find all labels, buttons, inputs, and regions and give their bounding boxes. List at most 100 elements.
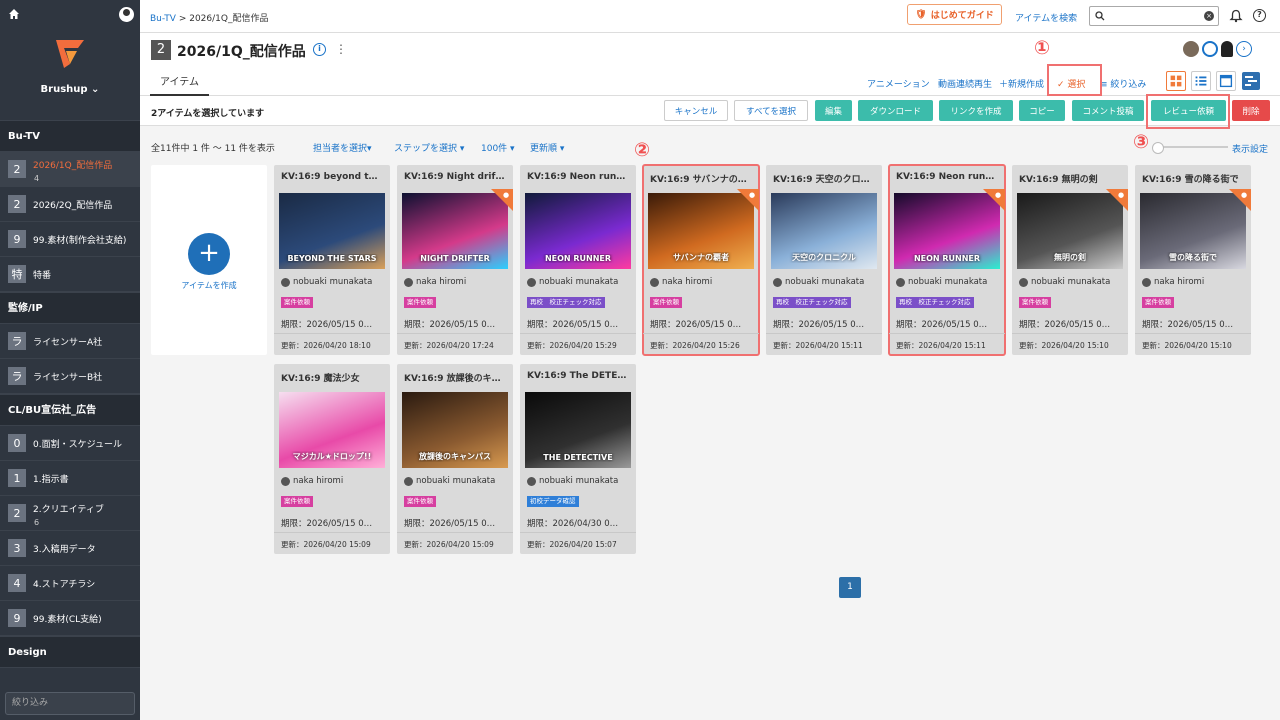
grid-view-icon[interactable]	[1166, 71, 1186, 91]
item-card[interactable]: KV:16:9 Neon runner NEON RUNNER ● nobuaki m…	[888, 164, 1006, 356]
plus-icon[interactable]: +	[188, 233, 230, 275]
sidebar-item[interactable]: 9 99.素材(制作会社支給)	[0, 222, 140, 257]
info-icon[interactable]: i	[313, 43, 326, 56]
filter-link[interactable]: ≡ 絞り込み	[1100, 77, 1146, 90]
item-title[interactable]: KV:16:9 Neon runner	[896, 172, 998, 182]
display-settings-link[interactable]: 表示設定	[1232, 142, 1268, 155]
sidebar-item[interactable]: 3 3.入稿用データ	[0, 531, 140, 566]
search-input[interactable]: ×	[1089, 6, 1219, 26]
step-filter-dropdown[interactable]: ステップを選択 ▾	[394, 141, 464, 154]
more-options-icon[interactable]: ⋮	[335, 42, 347, 56]
page-1-button[interactable]: 1	[839, 577, 861, 598]
sidebar-item[interactable]: 0 0.面割・スケジュール	[0, 426, 140, 461]
review-request-button[interactable]: レビュー依頼	[1151, 100, 1226, 121]
item-card[interactable]: KV:16:9 Neon runner NEON RUNNER nobuaki mu…	[520, 165, 636, 355]
list-view-icon[interactable]	[1191, 71, 1211, 91]
breadcrumb-root[interactable]: Bu-TV	[150, 14, 176, 24]
thumbnail-caption: NIGHT DRIFTER	[420, 254, 490, 263]
item-card[interactable]: KV:16:9 サバンナの覇者 サバンナの覇者 ● naka hiromi 案件依頼 期限…	[642, 164, 760, 356]
select-toggle[interactable]: ✓ 選択	[1057, 77, 1085, 90]
copy-button[interactable]: コピー	[1019, 100, 1065, 121]
sidebar-item[interactable]: 2 2026/1Q_配信作品 4	[0, 152, 140, 187]
card-divider	[397, 333, 513, 334]
create-link-button[interactable]: リンクを作成	[939, 100, 1013, 121]
item-assignee: nobuaki munakata	[527, 476, 618, 486]
gantt-view-icon[interactable]	[1241, 71, 1261, 91]
download-button[interactable]: ダウンロード	[858, 100, 933, 121]
member-avatar[interactable]	[1183, 41, 1199, 57]
per-page-dropdown[interactable]: 100件 ▾	[481, 141, 515, 154]
item-title[interactable]: KV:16:9 Night drifter	[404, 172, 506, 182]
assignee-filter-dropdown[interactable]: 担当者を選択▾	[313, 141, 372, 154]
card-divider	[274, 333, 390, 334]
item-title[interactable]: KV:16:9 Neon runner	[527, 172, 629, 182]
bell-icon[interactable]	[1229, 9, 1243, 23]
item-thumbnail[interactable]: 天空のクロニクル	[771, 193, 877, 269]
sidebar-section-header: CL/BU宣伝社_広告	[0, 394, 140, 426]
item-thumbnail[interactable]: 放課後のキャンパス	[402, 392, 508, 468]
item-title[interactable]: KV:16:9 無明の剣	[1019, 172, 1121, 185]
card-divider	[274, 532, 390, 533]
thumbnail-caption: NEON RUNNER	[544, 254, 612, 263]
item-card[interactable]: KV:16:9 魔法少女 マジカル★ドロップ!! naka hiromi 案件依頼 期限…	[274, 364, 390, 554]
help-icon[interactable]: ?	[1253, 9, 1266, 22]
item-card[interactable]: KV:16:9 雪の降る街で 雪の降る街で ● naka hiromi 案件依頼 期限：2…	[1135, 165, 1251, 355]
member-avatar[interactable]	[1202, 41, 1218, 57]
sidebar-item[interactable]: 2 2.クリエイティブ 6	[0, 496, 140, 531]
user-icon: ●	[749, 191, 756, 199]
item-card[interactable]: KV:16:9 The DETECTIVE THE DETECTIVE nobuak…	[520, 364, 636, 554]
sidebar-item-label: ライセンサーB社	[33, 372, 103, 383]
animation-link[interactable]: アニメーション	[867, 77, 930, 90]
guide-button[interactable]: 🛡 はじめてガイド	[907, 4, 1002, 25]
sidebar-item[interactable]: 4 4.ストアチラシ	[0, 566, 140, 601]
continuous-play-link[interactable]: 動画連続再生	[938, 77, 992, 90]
sidebar-item[interactable]: 特特番	[0, 257, 140, 292]
calendar-view-icon[interactable]	[1216, 71, 1236, 91]
member-avatars[interactable]: ›	[1183, 41, 1252, 57]
thumbnail-caption: サバンナの覇者	[672, 253, 730, 262]
new-item-link[interactable]: ＋新規作成	[999, 77, 1044, 90]
select-all-button[interactable]: すべてを選択	[734, 100, 808, 121]
item-thumbnail[interactable]: マジカル★ドロップ!!	[279, 392, 385, 468]
post-comment-button[interactable]: コメント投稿	[1072, 100, 1144, 121]
sidebar-item[interactable]: 1 1.指示書	[0, 461, 140, 496]
user-avatar[interactable]	[119, 7, 134, 22]
sidebar-item[interactable]: 9 99.素材(CL支給)	[0, 601, 140, 636]
sidebar-filter-input[interactable]: 絞り込み	[5, 692, 135, 715]
item-title[interactable]: KV:16:9 放課後のキャンパス	[404, 371, 506, 384]
item-due-date: 期限：2026/05/15 0…	[773, 320, 865, 330]
create-item-card[interactable]: + アイテムを作成	[151, 165, 267, 355]
item-card[interactable]: KV:16:9 天空のクロニクル天空のクロニクル nobuaki munakata…	[766, 165, 882, 355]
tab-items[interactable]: アイテム	[150, 75, 209, 96]
sidebar-item[interactable]: ラライセンサーA社	[0, 324, 140, 359]
cancel-button[interactable]: キャンセル	[664, 100, 728, 121]
brand-name[interactable]: Brushup ⌄	[0, 84, 140, 95]
edit-button[interactable]: 編集	[815, 100, 852, 121]
item-thumbnail[interactable]: BEYOND THE STARS	[279, 193, 385, 269]
item-card[interactable]: KV:16:9 無明の剣 無明の剣 ● nobuaki munakata 案件依頼 期限：…	[1012, 165, 1128, 355]
item-card[interactable]: KV:16:9 beyond the stars BEYOND THE STARS…	[274, 165, 390, 355]
item-title[interactable]: KV:16:9 サバンナの覇者	[650, 172, 752, 185]
chevron-right-icon[interactable]: ›	[1236, 41, 1252, 57]
item-title[interactable]: KV:16:9 beyond the stars	[281, 172, 383, 182]
card-divider	[889, 333, 1005, 334]
item-title[interactable]: KV:16:9 魔法少女	[281, 371, 383, 384]
item-title[interactable]: KV:16:9 The DETECTIVE	[527, 371, 629, 381]
item-title[interactable]: KV:16:9 天空のクロニクル	[773, 172, 875, 185]
item-card[interactable]: KV:16:9 Night drifter NIGHT DRIFTER ● naka …	[397, 165, 513, 355]
thumbnail-size-slider[interactable]	[1152, 142, 1228, 154]
item-card[interactable]: KV:16:9 放課後のキャンパス放課後のキャンパス nobuaki munaka…	[397, 364, 513, 554]
clear-search-icon[interactable]: ×	[1204, 11, 1214, 21]
item-assignee: naka hiromi	[404, 277, 466, 287]
project-icon: 0	[8, 434, 26, 452]
sort-dropdown[interactable]: 更新順 ▾	[530, 141, 564, 154]
item-thumbnail[interactable]: NEON RUNNER	[525, 193, 631, 269]
home-icon[interactable]	[8, 8, 20, 20]
sidebar-item[interactable]: ラライセンサーB社	[0, 359, 140, 394]
member-avatar[interactable]	[1221, 41, 1233, 57]
item-title[interactable]: KV:16:9 雪の降る街で	[1142, 172, 1244, 185]
step-badge: 再校 校正チェック対応	[527, 297, 605, 308]
item-thumbnail[interactable]: THE DETECTIVE	[525, 392, 631, 468]
sidebar-item[interactable]: 2 2026/2Q_配信作品	[0, 187, 140, 222]
delete-button[interactable]: 削除	[1232, 100, 1270, 121]
